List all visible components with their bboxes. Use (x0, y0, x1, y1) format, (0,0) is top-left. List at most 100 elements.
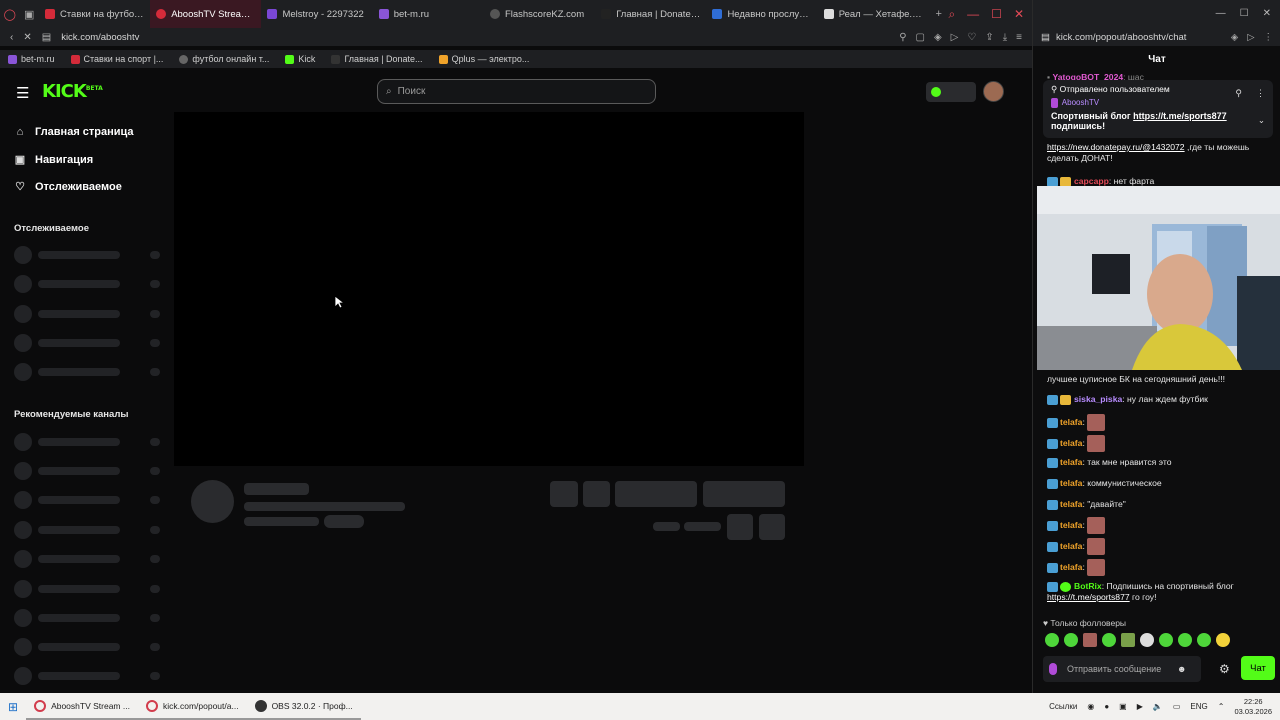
tab-3[interactable]: bet-m.ru (373, 0, 484, 28)
message-user[interactable]: telafa (1060, 499, 1082, 509)
xbox-toggle-button[interactable] (926, 82, 976, 102)
more-icon[interactable]: ⋮ (1264, 32, 1274, 43)
share-icon[interactable]: ⇪ (985, 32, 993, 43)
chat-message-input[interactable] (1067, 664, 1167, 674)
download-icon[interactable]: ⤓ (1003, 32, 1007, 43)
more-icon[interactable]: ⋮ (1256, 88, 1265, 99)
tab-5[interactable]: Главная | DonatePa (595, 0, 706, 28)
bookmark-item[interactable]: Qplus — электро... (438, 54, 529, 64)
tray-icon[interactable]: ◉ (1087, 702, 1094, 711)
nav-following[interactable]: ♡ Отслеживаемое (14, 180, 122, 194)
snapshot-icon[interactable]: ▢ (916, 32, 925, 43)
bookmark-item[interactable]: Ставки на спорт |... (70, 54, 163, 64)
emote-icon[interactable] (1045, 633, 1059, 647)
emote-icon[interactable] (1083, 633, 1097, 647)
shield-icon[interactable]: ◈ (1231, 32, 1238, 43)
pin-icon[interactable]: ⚲ (899, 32, 906, 43)
volume-icon[interactable]: 🔈 (1153, 702, 1163, 711)
minimize-icon[interactable]: — (1216, 8, 1226, 28)
maximize-icon[interactable]: ☐ (1240, 8, 1249, 28)
message-link[interactable]: https://t.me/sports877 (1047, 592, 1130, 602)
unpin-icon[interactable]: ⚲ (1235, 88, 1242, 99)
emote-icon[interactable] (1159, 633, 1173, 647)
play-icon[interactable]: ▷ (1247, 32, 1254, 43)
menu-icon[interactable]: ≡ (1016, 32, 1022, 43)
language-indicator[interactable]: ENG (1190, 702, 1207, 711)
message-user[interactable]: BotRix (1074, 581, 1102, 591)
close-icon[interactable]: ✕ (1014, 7, 1024, 22)
links-label[interactable]: Ссылки (1049, 702, 1077, 711)
message-user[interactable]: capcapp (1074, 176, 1109, 186)
tab-0[interactable]: Ставки на футбол с (39, 0, 150, 28)
bookmark-item[interactable]: bet-m.ru (8, 54, 55, 64)
chat-input-box[interactable]: ☻ (1043, 656, 1201, 682)
emote-icon[interactable] (1140, 633, 1154, 647)
tab-4[interactable]: FlashscoreKZ.com (484, 0, 595, 28)
microphone-icon[interactable] (1049, 663, 1057, 675)
emote-icon[interactable] (1121, 633, 1135, 647)
url-field[interactable]: kick.com/abooshtv (61, 32, 139, 43)
maximize-icon[interactable]: ☐ (991, 7, 1002, 22)
close-icon[interactable]: ✕ (1263, 8, 1271, 28)
heart-icon[interactable]: ♡ (967, 32, 976, 43)
emoji-icon[interactable]: ☻ (1177, 664, 1186, 674)
chevron-down-icon[interactable]: ⌄ (1258, 115, 1265, 126)
nav-home[interactable]: ⌂ Главная страница (14, 126, 134, 138)
taskbar-item[interactable]: OBS 32.0.2 · Проф... (246, 693, 361, 720)
shield-icon[interactable]: ◈ (934, 32, 942, 43)
bookmark-favicon (70, 54, 80, 64)
emote-icon[interactable] (1064, 633, 1078, 647)
main-browser-window: ◯ ▣ Ставки на футбол с AbooshTV Stream -… (0, 0, 1032, 693)
start-button[interactable]: ⊞ (0, 693, 26, 720)
chevron-up-icon[interactable]: ⌃ (1218, 702, 1225, 711)
message-user[interactable]: telafa (1060, 478, 1082, 488)
tab-2[interactable]: Melstroy - 2297322 (261, 0, 372, 28)
site-info-icon[interactable]: ▤ (1041, 32, 1050, 43)
search-input[interactable] (397, 86, 618, 97)
bookmark-item[interactable]: футбол онлайн т... (179, 54, 269, 64)
hamburger-menu-icon[interactable]: ☰ (16, 84, 29, 102)
pinned-link[interactable]: https://t.me/sports877 (1133, 111, 1227, 121)
message-user[interactable]: telafa (1060, 457, 1082, 467)
bookmark-item[interactable]: Kick (285, 54, 315, 64)
play-icon[interactable]: ▷ (951, 32, 959, 43)
user-avatar[interactable] (983, 81, 1004, 102)
emote-icon[interactable] (1216, 633, 1230, 647)
taskbar-item[interactable]: kick.com/popout/a... (137, 693, 247, 720)
message-link[interactable]: https://new.donatepay.ru/@1432072 (1047, 142, 1185, 152)
message-user[interactable]: siska_piska (1074, 394, 1122, 404)
emote-icon[interactable] (1178, 633, 1192, 647)
message-user[interactable]: telafa (1060, 417, 1082, 427)
reload-icon[interactable]: ✕ (23, 32, 31, 43)
message-user[interactable]: telafa (1060, 562, 1082, 572)
tray-icon[interactable]: ▣ (1119, 702, 1127, 711)
tab-6[interactable]: Недавно прослуша (706, 0, 817, 28)
message-user[interactable]: telafa (1060, 438, 1082, 448)
network-icon[interactable]: ▭ (1173, 702, 1181, 711)
clock[interactable]: 22:26 03.03.2026 (1234, 697, 1272, 717)
emote-icon[interactable] (1197, 633, 1211, 647)
taskbar-item[interactable]: AbooshTV Stream ... (26, 693, 138, 720)
tray-icon[interactable]: ▶ (1137, 702, 1143, 711)
tray-icon[interactable]: ● (1104, 702, 1109, 711)
site-info-icon[interactable]: ▤ (42, 32, 51, 43)
message-user[interactable]: telafa (1060, 520, 1082, 530)
tab-1[interactable]: AbooshTV Stream - Watc (150, 0, 262, 28)
tab-7[interactable]: Реал — Хетафе. Об (818, 0, 929, 28)
browser-menu-icon[interactable]: ◯ (0, 4, 19, 24)
emote-icon[interactable] (1102, 633, 1116, 647)
popout-url[interactable]: kick.com/popout/abooshtv/chat (1056, 32, 1186, 43)
minimize-icon[interactable]: — (967, 7, 979, 22)
back-icon[interactable]: ‹ (10, 32, 13, 43)
bookmark-item[interactable]: Главная | Donate... (331, 54, 423, 64)
nav-browse[interactable]: ▣ Навигация (14, 153, 93, 167)
search-box[interactable]: ⌕ (377, 79, 656, 104)
send-chat-button[interactable]: Чат (1241, 656, 1275, 680)
video-player[interactable] (174, 112, 804, 466)
message-user[interactable]: telafa (1060, 541, 1082, 551)
gear-icon[interactable]: ⚙ (1219, 662, 1230, 676)
new-tab-icon[interactable]: + (929, 4, 948, 24)
kick-logo[interactable]: KICKBETA (42, 81, 103, 102)
workspaces-icon[interactable]: ▣ (19, 4, 38, 24)
search-tabs-icon[interactable]: ⌕ (948, 7, 955, 22)
